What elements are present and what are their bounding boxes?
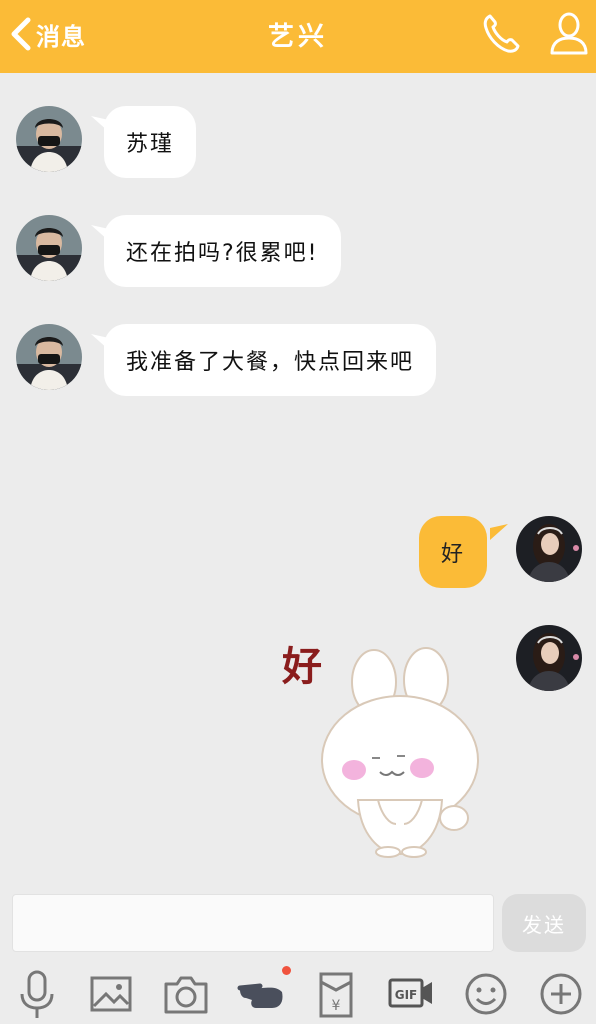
camera-icon[interactable]	[161, 968, 211, 1020]
message-bubble[interactable]: 我准备了大餐，快点回来吧	[104, 324, 437, 396]
image-icon[interactable]	[86, 968, 136, 1020]
svg-text:¥: ¥	[332, 998, 341, 1014]
top-bar: 消息 艺兴	[0, 0, 596, 73]
message-bubble[interactable]: 还在拍吗?很累吧!	[104, 215, 341, 287]
bunny-sticker[interactable]: 好	[280, 640, 480, 860]
send-button[interactable]: 发送	[502, 894, 586, 952]
contact-profile-icon[interactable]	[548, 10, 590, 56]
message-input[interactable]	[12, 894, 494, 952]
emoji-icon[interactable]	[461, 968, 511, 1020]
poke-hand-icon[interactable]	[236, 968, 286, 1020]
contact-avatar[interactable]	[16, 324, 82, 390]
my-avatar[interactable]	[516, 516, 582, 582]
my-avatar[interactable]	[516, 625, 582, 691]
notification-dot	[282, 966, 291, 975]
gif-icon[interactable]: GIF	[386, 968, 436, 1020]
bubble-tail	[490, 524, 508, 540]
phone-icon[interactable]	[480, 10, 522, 56]
my-message-bubble[interactable]: 好	[419, 516, 488, 588]
contact-avatar[interactable]	[16, 106, 82, 172]
svg-text:GIF: GIF	[395, 988, 418, 1002]
message-bubble[interactable]: 苏瑾	[104, 106, 197, 178]
sticker-text: 好	[281, 644, 322, 690]
input-toolbar: ¥ GIF	[0, 964, 596, 1024]
plus-icon[interactable]	[536, 968, 586, 1020]
red-packet-icon[interactable]: ¥	[311, 968, 361, 1020]
microphone-icon[interactable]	[12, 968, 62, 1020]
contact-avatar[interactable]	[16, 215, 82, 281]
